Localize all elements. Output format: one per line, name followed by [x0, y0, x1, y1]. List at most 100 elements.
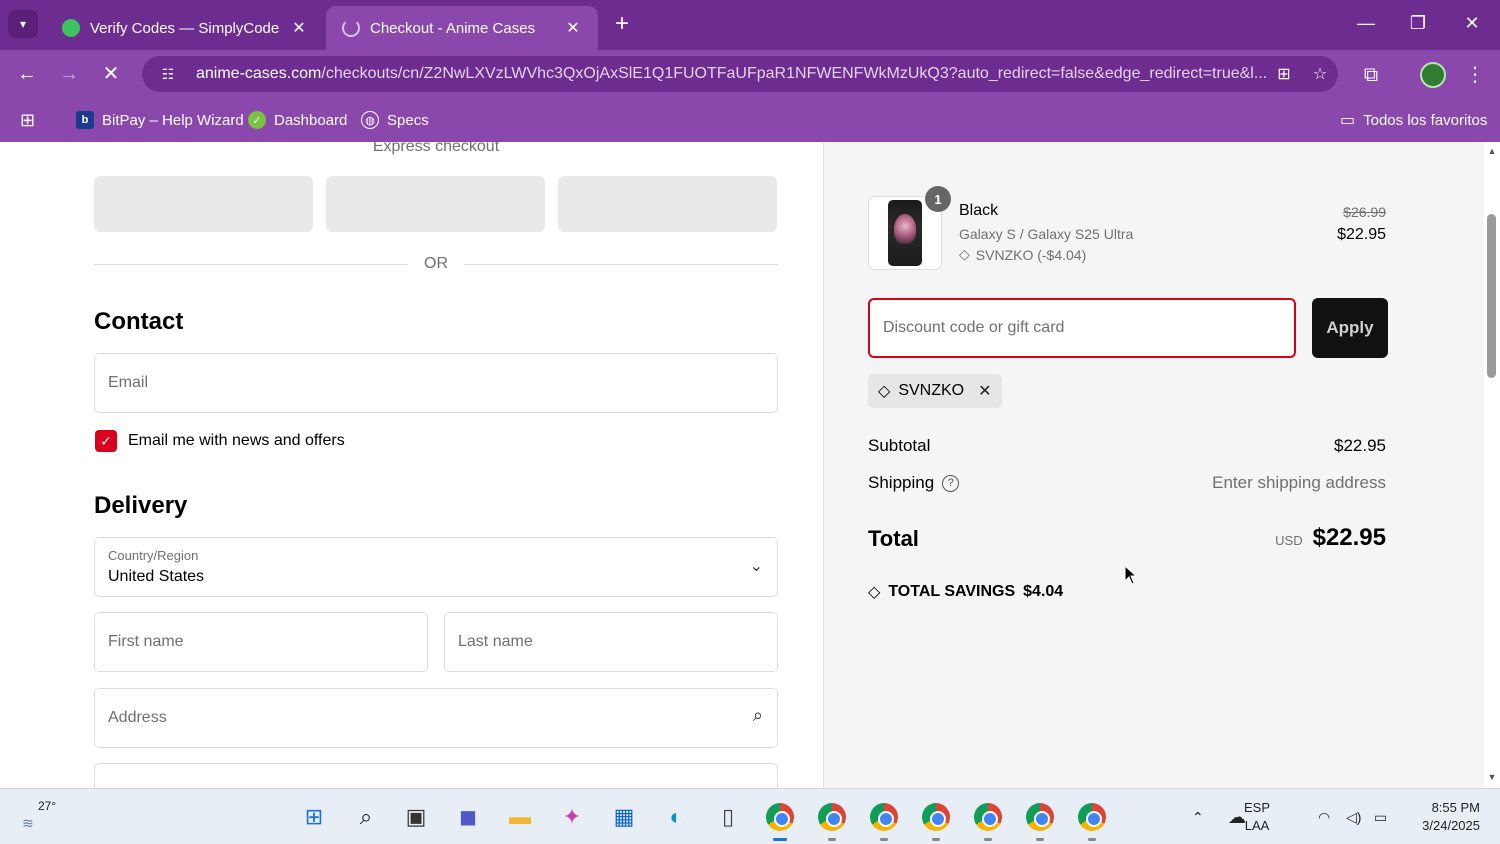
- chevron-down-icon: ⌄: [749, 558, 763, 575]
- minimize-button[interactable]: —: [1346, 8, 1386, 38]
- remove-code-icon[interactable]: ✕: [978, 381, 991, 401]
- browser-toolbar: ← → ✕ ☷ anime-cases.com/checkouts/cn/Z2N…: [0, 50, 1500, 98]
- task-view-icon[interactable]: ▣: [398, 799, 434, 835]
- chrome-profile-icon-7[interactable]: [1074, 799, 1110, 841]
- back-button[interactable]: ←: [12, 60, 42, 88]
- newsletter-checkbox[interactable]: ✓: [95, 430, 117, 452]
- mouse-app-icon[interactable]: ▯: [710, 799, 746, 835]
- divider-line: [464, 264, 778, 265]
- url-text[interactable]: anime-cases.com/checkouts/cn/Z2NwLXVzLWV…: [196, 65, 1266, 83]
- favorites-label: Todos los favoritos: [1363, 111, 1488, 129]
- apply-button[interactable]: Apply: [1312, 298, 1388, 358]
- tab-title: Verify Codes — SimplyCodes: [90, 19, 280, 37]
- discount-code-input[interactable]: Discount code or gift card: [868, 298, 1296, 358]
- edge-icon[interactable]: ◐: [658, 799, 694, 835]
- clock-date: 3/24/2025: [1422, 818, 1480, 833]
- clock-time: 8:55 PM: [1431, 800, 1480, 815]
- folder-icon: ▭: [1340, 112, 1356, 129]
- express-pay-button-2[interactable]: [326, 176, 545, 232]
- input-language[interactable]: ESP LAA: [1244, 799, 1270, 835]
- first-name-field[interactable]: First name: [94, 612, 428, 672]
- wifi-icon[interactable]: ◠: [1318, 789, 1330, 844]
- scroll-up-arrow-icon[interactable]: ▲: [1484, 146, 1500, 156]
- apps-grid-icon[interactable]: ⊞: [20, 108, 35, 132]
- savings-label: TOTAL SAVINGS: [888, 583, 1016, 600]
- close-tab-icon[interactable]: ✕: [564, 18, 582, 38]
- globe-icon: ◍: [361, 111, 379, 129]
- system-clock[interactable]: 8:55 PM 3/24/2025: [1410, 799, 1480, 835]
- close-tab-icon[interactable]: ✕: [290, 18, 308, 38]
- translate-icon[interactable]: ⊞: [1266, 64, 1302, 84]
- weather-widget[interactable]: 27° ≋: [22, 797, 68, 837]
- total-value: USD $22.95: [1275, 524, 1386, 552]
- checkout-form-column: Express checkout OR Contact Email ✓ Emai…: [0, 142, 823, 788]
- product-discount: ◇ SVNZKO (-$4.04): [959, 246, 1086, 263]
- more-options-icon[interactable]: ⋮: [1460, 62, 1490, 88]
- scroll-down-arrow-icon[interactable]: ▼: [1484, 772, 1500, 782]
- shipping-value: Enter shipping address: [1212, 473, 1386, 492]
- teams-icon[interactable]: ◼: [450, 799, 486, 835]
- tab-anime-cases[interactable]: Checkout - Anime Cases ✕: [326, 6, 598, 50]
- copilot-icon[interactable]: ✦: [554, 799, 590, 835]
- search-icon: ⌕: [752, 705, 763, 725]
- profile-avatar[interactable]: [1420, 62, 1446, 88]
- bitpay-icon: b: [76, 111, 94, 129]
- stop-loading-button[interactable]: ✕: [96, 60, 126, 88]
- shipping-label: Shipping: [868, 473, 935, 492]
- currency-code: USD: [1275, 533, 1303, 548]
- chrome-profile-icon-4[interactable]: [918, 799, 954, 841]
- battery-icon[interactable]: ▭: [1374, 789, 1387, 844]
- close-window-button[interactable]: ✕: [1452, 8, 1492, 38]
- new-tab-button[interactable]: +: [608, 10, 636, 38]
- extensions-icon[interactable]: ⧉: [1356, 62, 1386, 88]
- site-info-icon[interactable]: ☷: [156, 66, 180, 83]
- chrome-profile-icon-6[interactable]: [1022, 799, 1058, 841]
- subtotal-value: $22.95: [1334, 436, 1386, 455]
- quantity-badge: 1: [925, 186, 951, 212]
- apartment-field[interactable]: [94, 763, 778, 788]
- tab-actions-menu-button[interactable]: ▾: [8, 10, 38, 38]
- chrome-profile-icon-3[interactable]: [866, 799, 902, 841]
- phone-case-image: [888, 200, 922, 266]
- country-select[interactable]: Country/Region United States ⌄: [94, 537, 778, 597]
- url-host: anime-cases.com: [196, 65, 322, 82]
- forward-button[interactable]: →: [54, 60, 84, 88]
- shipping-row: Shipping ?: [868, 473, 960, 493]
- volume-icon[interactable]: ◁): [1346, 789, 1361, 844]
- express-pay-button-1[interactable]: [94, 176, 313, 232]
- product-discount-text: SVNZKO (-$4.04): [975, 246, 1087, 263]
- restore-button[interactable]: ❐: [1398, 8, 1438, 38]
- chrome-profile-icon-2[interactable]: [814, 799, 850, 841]
- all-favorites-folder[interactable]: ▭ Todos los favoritos: [1340, 108, 1487, 132]
- express-pay-button-3[interactable]: [558, 176, 777, 232]
- newsletter-label[interactable]: Email me with news and offers: [128, 432, 345, 450]
- chrome-profile-icon-5[interactable]: [970, 799, 1006, 841]
- favorite-star-icon[interactable]: ☆: [1302, 64, 1338, 84]
- bookmark-bitpay[interactable]: b BitPay – Help Wizard: [76, 108, 244, 132]
- tag-icon: ◇: [878, 383, 891, 400]
- scrollbar-thumb[interactable]: [1487, 214, 1496, 378]
- bookmark-dashboard[interactable]: ✓ Dashboard: [248, 108, 347, 132]
- page-viewport: Express checkout OR Contact Email ✓ Emai…: [0, 142, 1500, 788]
- address-bar[interactable]: ☷ anime-cases.com/checkouts/cn/Z2NwLXVzL…: [142, 56, 1338, 92]
- divider-line: [94, 264, 408, 265]
- address-field[interactable]: Address ⌕: [94, 688, 778, 748]
- start-button[interactable]: ⊞: [296, 799, 332, 835]
- email-field[interactable]: Email: [94, 353, 778, 413]
- temperature: 27°: [38, 799, 57, 813]
- chrome-icon-active[interactable]: [762, 799, 798, 841]
- store-icon[interactable]: ▦: [606, 799, 642, 835]
- bookmark-specs[interactable]: ◍ Specs: [361, 108, 429, 132]
- discounted-price: $22.95: [1337, 226, 1386, 243]
- tab-title: Checkout - Anime Cases: [370, 19, 536, 37]
- product-name: Black: [959, 202, 999, 219]
- last-name-field[interactable]: Last name: [444, 612, 778, 672]
- show-hidden-icons-chevron-icon[interactable]: ⌃: [1192, 789, 1204, 844]
- keyboard-layout: LAA: [1244, 818, 1270, 833]
- file-explorer-icon[interactable]: ▬: [502, 799, 538, 835]
- search-icon[interactable]: ⌕: [348, 799, 384, 835]
- express-checkout-label: Express checkout: [372, 142, 500, 155]
- tab-simplycodes[interactable]: Verify Codes — SimplyCodes ✕: [46, 6, 324, 50]
- help-icon[interactable]: ?: [942, 474, 960, 492]
- subtotal-label: Subtotal: [868, 436, 931, 455]
